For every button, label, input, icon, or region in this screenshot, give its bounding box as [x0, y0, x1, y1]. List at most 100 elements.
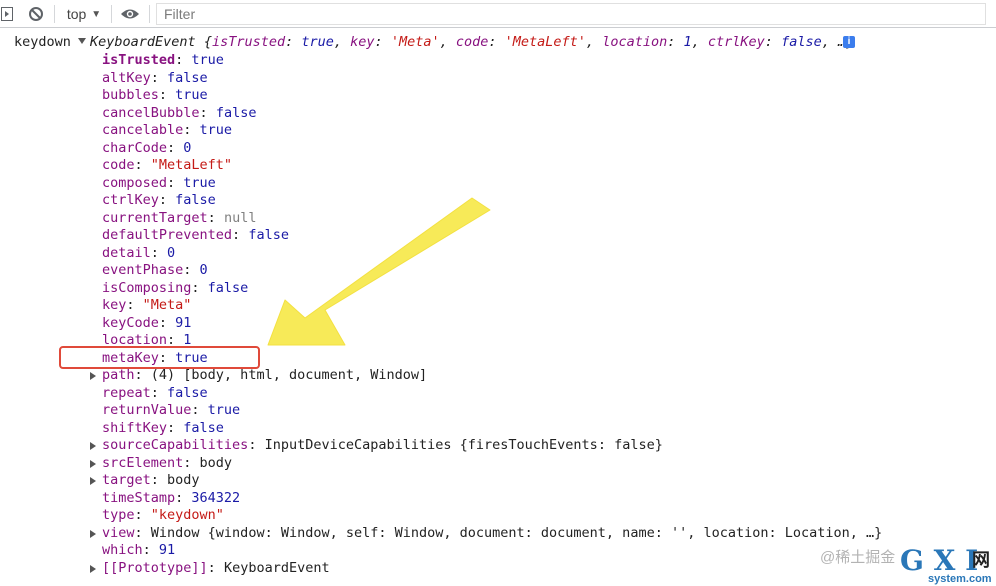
property-key: view	[102, 524, 135, 541]
property-value: null	[223, 209, 257, 226]
property-key: code	[102, 157, 135, 173]
property-key: detail	[102, 244, 151, 261]
property-key: type	[102, 507, 135, 523]
property-value: body	[167, 472, 200, 488]
property-value: InputDeviceCapabilities {firesTouchEvent…	[264, 437, 663, 453]
property-row: key: "Meta"	[102, 297, 192, 313]
property-key: eventPhase	[102, 262, 184, 278]
toolbar-separator	[111, 5, 112, 23]
property-key: bubbles	[102, 87, 159, 103]
clear-console-icon	[29, 7, 43, 21]
property-value: 0	[183, 139, 192, 156]
expand-triangle-icon[interactable]	[90, 564, 96, 573]
object-summary[interactable]: KeyboardEvent {isTrusted: true, key: 'Me…	[78, 34, 854, 51]
property-value: body	[199, 454, 233, 471]
log-message-label: keydown	[14, 34, 71, 50]
summary-class: KeyboardEvent	[90, 34, 196, 50]
filter-input[interactable]	[156, 3, 986, 25]
property-value: (4) [body, html, document, Window]	[150, 367, 428, 383]
property-row[interactable]: srcElement: body	[90, 454, 882, 473]
property-value: 91	[158, 542, 176, 558]
property-row[interactable]: target: body	[90, 472, 882, 490]
property-value: 91	[175, 314, 192, 331]
property-value: false	[167, 69, 208, 86]
property-key: isComposing	[102, 279, 192, 296]
property-key: defaultPrevented	[102, 227, 233, 243]
summary-preview: {isTrusted: true, key: 'Meta', code: 'Me…	[203, 34, 855, 50]
property-key: which	[102, 542, 143, 558]
property-value: 0	[199, 262, 208, 278]
expand-triangle-icon[interactable]	[90, 372, 96, 380]
expand-triangle-icon[interactable]	[90, 442, 96, 450]
property-key: target	[102, 472, 151, 488]
property-key: srcElement	[102, 454, 184, 471]
property-key: repeat	[102, 384, 151, 401]
property-row: eventPhase: 0	[102, 262, 208, 278]
property-row[interactable]: [[Prototype]]: KeyboardEvent	[90, 559, 882, 578]
expand-triangle-icon[interactable]	[90, 529, 96, 538]
property-value: 364322	[191, 489, 241, 506]
property-value: "Meta"	[142, 297, 192, 313]
property-list: isTrusted: true altKey: false bubbles: tru…	[90, 52, 882, 578]
console-toolbar: top ▼	[0, 0, 996, 28]
property-key: isTrusted	[102, 52, 176, 68]
property-key: cancelable	[102, 122, 184, 138]
toolbar-separator	[54, 5, 55, 23]
property-row[interactable]: sourceCapabilities: InputDeviceCapabilit…	[90, 437, 882, 455]
property-row: timeStamp: 364322	[102, 489, 241, 506]
property-value: KeyboardEvent	[223, 559, 330, 576]
highlight-box	[59, 346, 260, 369]
property-value: false	[215, 104, 257, 121]
property-row: ctrlKey: false	[102, 192, 216, 208]
property-value: true	[175, 87, 208, 103]
info-icon[interactable]: i	[843, 36, 855, 48]
expand-triangle-icon[interactable]	[90, 477, 96, 485]
property-value: false	[207, 279, 249, 296]
property-row: cancelBubble: false	[102, 104, 257, 121]
property-row: shiftKey: false	[102, 419, 224, 436]
property-value: true	[199, 122, 233, 138]
property-row: altKey: false	[102, 69, 208, 86]
sidebar-toggle-icon	[1, 7, 13, 21]
property-value: false	[248, 227, 289, 243]
property-value: true	[183, 174, 216, 191]
property-key: returnValue	[102, 402, 192, 418]
property-key: altKey	[102, 69, 151, 86]
property-key: [[Prototype]]	[102, 559, 208, 576]
eye-icon	[121, 9, 139, 19]
context-selector[interactable]: top ▼	[63, 0, 105, 28]
site-logo: G X I 网 system.com	[900, 544, 992, 585]
property-key: sourceCapabilities	[102, 437, 249, 453]
property-value: 0	[167, 244, 176, 261]
property-row: cancelable: true	[102, 122, 233, 138]
live-expression-button[interactable]	[118, 0, 142, 28]
property-row: currentTarget: null	[102, 209, 257, 226]
context-label: top	[66, 6, 87, 22]
property-row[interactable]: path: (4) [body, html, document, Window]	[90, 367, 882, 385]
property-value: "keydown"	[150, 507, 224, 523]
property-key: charCode	[102, 139, 168, 156]
expand-triangle-icon[interactable]	[90, 459, 96, 468]
property-value: "MetaLeft"	[150, 157, 233, 173]
property-key: path	[102, 367, 135, 383]
property-row: isTrusted: true	[102, 52, 224, 68]
sidebar-toggle-button[interactable]	[0, 0, 14, 28]
property-value: false	[175, 192, 216, 208]
clear-console-button[interactable]	[25, 0, 47, 28]
logo-sub: system.com	[928, 573, 992, 585]
property-row[interactable]: view: Window {window: Window, self: Wind…	[90, 524, 882, 543]
property-row: bubbles: true	[102, 87, 208, 103]
collapse-triangle-icon[interactable]	[78, 38, 86, 44]
logo-cn: 网	[972, 550, 990, 571]
property-value: true	[207, 402, 241, 418]
property-key: timeStamp	[102, 489, 176, 506]
property-row: isComposing: false	[102, 279, 249, 296]
property-row: composed: true	[102, 174, 216, 191]
property-value: true	[191, 52, 224, 68]
property-key: composed	[102, 174, 168, 191]
property-key: shiftKey	[102, 419, 168, 436]
toolbar-separator	[149, 5, 150, 23]
property-key: currentTarget	[102, 209, 208, 226]
watermark-text: @稀土掘金	[820, 549, 896, 566]
property-row: type: "keydown"	[102, 507, 224, 523]
